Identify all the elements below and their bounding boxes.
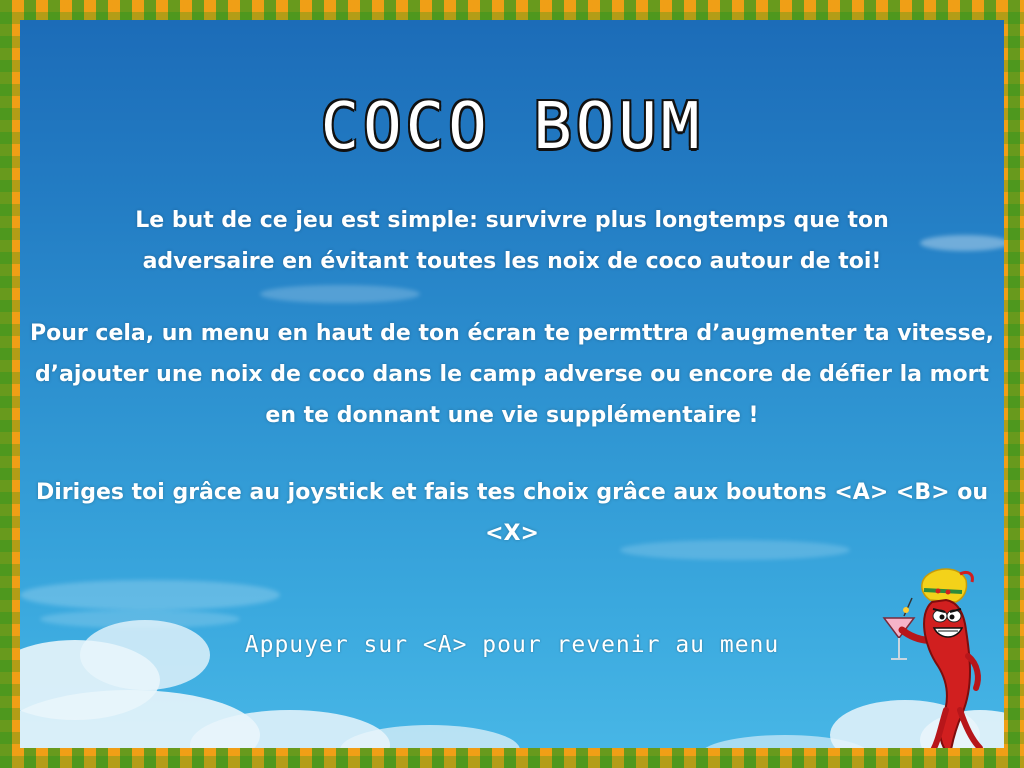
back-to-menu-prompt[interactable]: Appuyer sur <A> pour revenir au menu	[20, 632, 1004, 658]
rules-paragraph-menu: Pour cela, un menu en haut de ton écran …	[20, 313, 1004, 436]
sombrero-hat	[921, 568, 974, 603]
game-screen: COCO BOUM Le but de ce jeu est simple: s…	[0, 0, 1024, 768]
rules-line: Diriges toi grâce au joystick et fais te…	[36, 480, 988, 546]
sky-background: COCO BOUM Le but de ce jeu est simple: s…	[20, 20, 1004, 748]
cloud-streak	[20, 580, 280, 610]
rules-line: en te donnant une vie supplémentaire !	[265, 403, 759, 428]
chili-pepper-mascot-icon	[882, 568, 983, 748]
game-title: COCO BOUM	[320, 90, 704, 164]
cloud-streak	[260, 285, 420, 303]
rules-line: adversaire en évitant toutes les noix de…	[142, 249, 882, 274]
rules-paragraph-controls: Diriges toi grâce au joystick et fais te…	[20, 472, 1004, 554]
rules-line: d’ajouter une noix de coco dans le camp …	[34, 362, 990, 387]
rules-line: Le but de ce jeu est simple: survivre pl…	[135, 208, 889, 233]
rules-paragraph-goal: Le but de ce jeu est simple: survivre pl…	[20, 200, 1004, 282]
rules-line: Pour cela, un menu en haut de ton écran …	[30, 321, 994, 346]
